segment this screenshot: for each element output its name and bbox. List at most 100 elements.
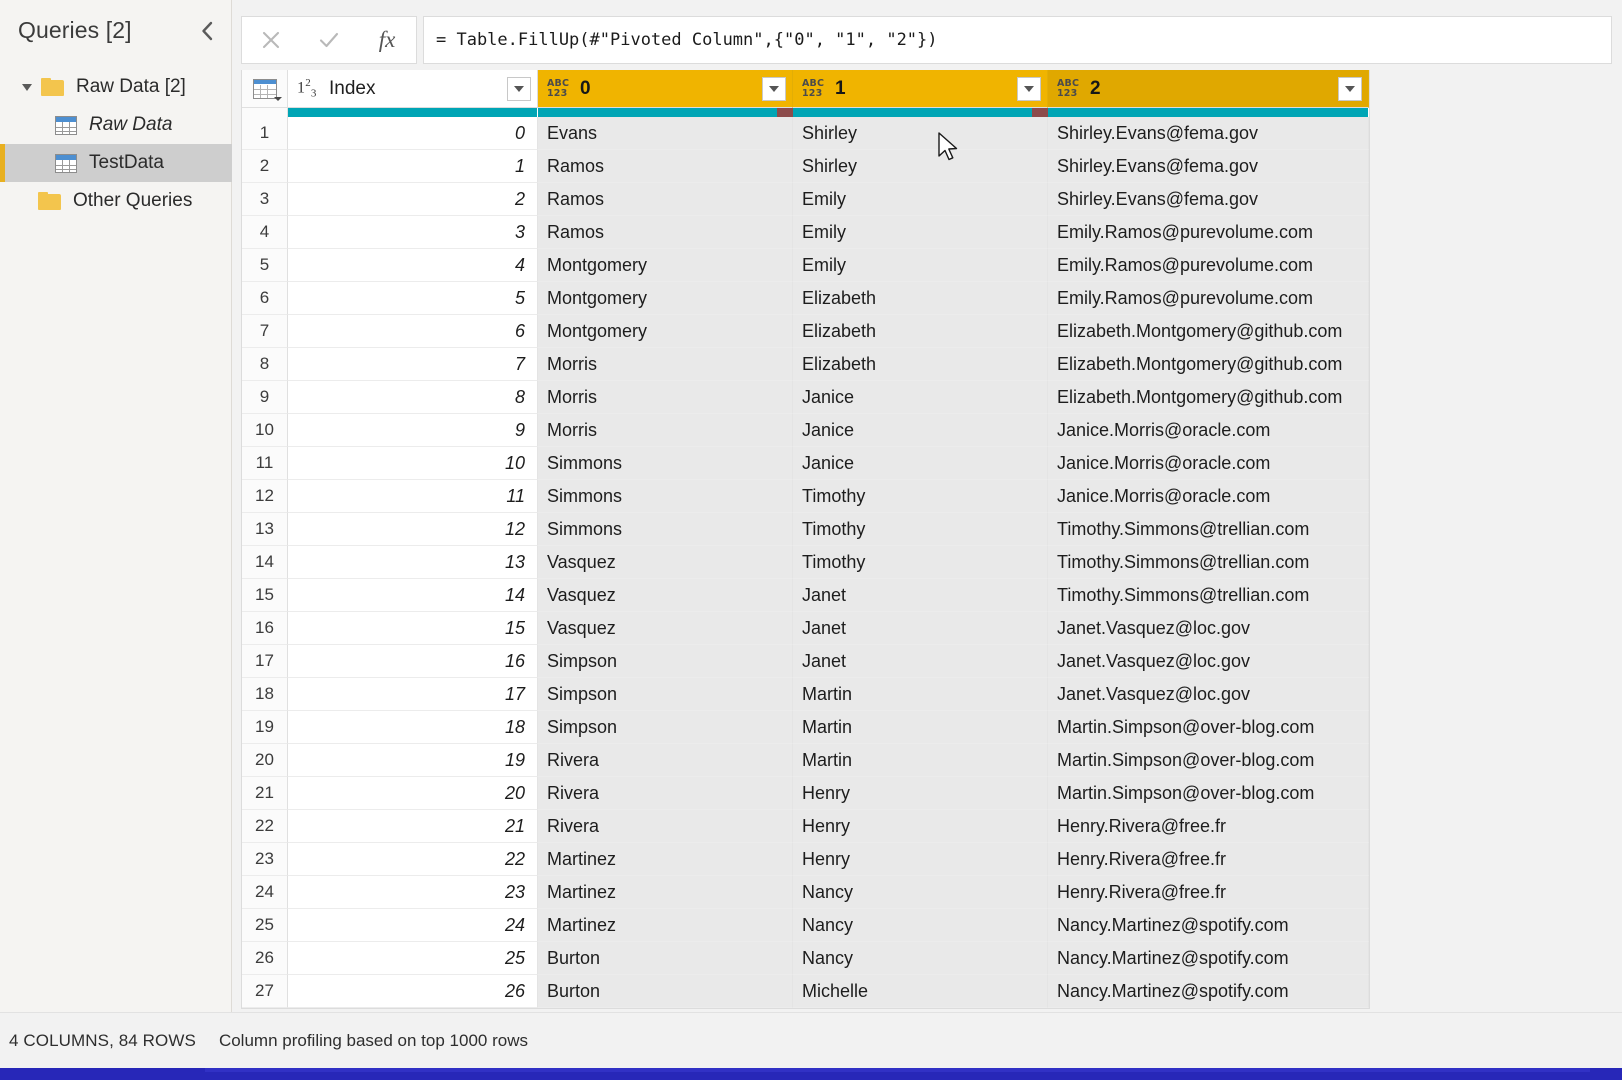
table-cell-2[interactable]: Elizabeth.Montgomery@github.com	[1048, 315, 1369, 348]
row-number[interactable]: 10	[242, 414, 288, 447]
column-header-0[interactable]: ABC 123 0	[538, 70, 793, 108]
table-cell-Index[interactable]: 20	[288, 777, 538, 810]
table-cell-1[interactable]: Emily	[793, 249, 1048, 282]
table-row[interactable]: 23 22 Martinez Henry Henry.Rivera@free.fr	[242, 843, 1369, 876]
table-row[interactable]: 16 15 Vasquez Janet Janet.Vasquez@loc.gov	[242, 612, 1369, 645]
column-header-Index[interactable]: 123 Index	[288, 70, 538, 108]
table-cell-2[interactable]: Janice.Morris@oracle.com	[1048, 447, 1369, 480]
table-cell-1[interactable]: Timothy	[793, 513, 1048, 546]
table-cell-Index[interactable]: 19	[288, 744, 538, 777]
query-tree-item-raw-data[interactable]: Raw Data	[0, 106, 232, 144]
table-cell-1[interactable]: Martin	[793, 744, 1048, 777]
table-cell-1[interactable]: Emily	[793, 183, 1048, 216]
table-cell-0[interactable]: Ramos	[538, 216, 793, 249]
table-cell-2[interactable]: Timothy.Simmons@trellian.com	[1048, 546, 1369, 579]
table-cell-0[interactable]: Martinez	[538, 909, 793, 942]
row-number[interactable]: 9	[242, 381, 288, 414]
table-cell-1[interactable]: Janice	[793, 447, 1048, 480]
table-row[interactable]: 18 17 Simpson Martin Janet.Vasquez@loc.gov	[242, 678, 1369, 711]
table-cell-0[interactable]: Ramos	[538, 150, 793, 183]
table-cell-1[interactable]: Nancy	[793, 876, 1048, 909]
table-cell-0[interactable]: Evans	[538, 117, 793, 150]
table-cell-2[interactable]: Elizabeth.Montgomery@github.com	[1048, 381, 1369, 414]
table-cell-0[interactable]: Burton	[538, 942, 793, 975]
table-cell-Index[interactable]: 3	[288, 216, 538, 249]
row-number[interactable]: 25	[242, 909, 288, 942]
table-row[interactable]: 1 0 Evans Shirley Shirley.Evans@fema.gov	[242, 117, 1369, 150]
table-cell-2[interactable]: Shirley.Evans@fema.gov	[1048, 150, 1369, 183]
row-number[interactable]: 19	[242, 711, 288, 744]
table-row[interactable]: 4 3 Ramos Emily Emily.Ramos@purevolume.com	[242, 216, 1369, 249]
row-number[interactable]: 27	[242, 975, 288, 1008]
table-row[interactable]: 12 11 Simmons Timothy Janice.Morris@oracle.c…	[242, 480, 1369, 513]
table-cell-1[interactable]: Janice	[793, 381, 1048, 414]
row-number[interactable]: 15	[242, 579, 288, 612]
row-number[interactable]: 2	[242, 150, 288, 183]
table-cell-Index[interactable]: 12	[288, 513, 538, 546]
table-cell-2[interactable]: Janet.Vasquez@loc.gov	[1048, 612, 1369, 645]
table-row[interactable]: 15 14 Vasquez Janet Timothy.Simmons@trellian…	[242, 579, 1369, 612]
table-cell-1[interactable]: Martin	[793, 678, 1048, 711]
column-filter-dropdown-Index[interactable]	[507, 77, 531, 101]
table-cell-0[interactable]: Martinez	[538, 876, 793, 909]
table-row[interactable]: 17 16 Simpson Janet Janet.Vasquez@loc.gov	[242, 645, 1369, 678]
column-quality-Index[interactable]	[288, 108, 538, 117]
table-cell-0[interactable]: Simpson	[538, 711, 793, 744]
table-cell-2[interactable]: Henry.Rivera@free.fr	[1048, 876, 1369, 909]
table-cell-Index[interactable]: 16	[288, 645, 538, 678]
table-cell-Index[interactable]: 11	[288, 480, 538, 513]
column-quality-2[interactable]	[1048, 108, 1369, 117]
formula-input[interactable]: = Table.FillUp(#"Pivoted Column",{"0", "…	[423, 16, 1612, 64]
row-number[interactable]: 24	[242, 876, 288, 909]
table-cell-0[interactable]: Rivera	[538, 777, 793, 810]
table-cell-Index[interactable]: 24	[288, 909, 538, 942]
table-row[interactable]: 8 7 Morris Elizabeth Elizabeth.Montgomery@gi…	[242, 348, 1369, 381]
table-cell-1[interactable]: Nancy	[793, 942, 1048, 975]
table-cell-2[interactable]: Emily.Ramos@purevolume.com	[1048, 249, 1369, 282]
row-number[interactable]: 22	[242, 810, 288, 843]
table-cell-1[interactable]: Elizabeth	[793, 348, 1048, 381]
table-cell-Index[interactable]: 13	[288, 546, 538, 579]
table-cell-2[interactable]: Janice.Morris@oracle.com	[1048, 480, 1369, 513]
table-row[interactable]: 27 26 Burton Michelle Nancy.Martinez@spotify…	[242, 975, 1369, 1008]
table-cell-2[interactable]: Janice.Morris@oracle.com	[1048, 414, 1369, 447]
table-row[interactable]: 25 24 Martinez Nancy Nancy.Martinez@spotify.…	[242, 909, 1369, 942]
table-cell-2[interactable]: Martin.Simpson@over-blog.com	[1048, 777, 1369, 810]
table-cell-Index[interactable]: 6	[288, 315, 538, 348]
table-row[interactable]: 10 9 Morris Janice Janice.Morris@oracle.com	[242, 414, 1369, 447]
table-row[interactable]: 26 25 Burton Nancy Nancy.Martinez@spotify.co…	[242, 942, 1369, 975]
table-cell-0[interactable]: Burton	[538, 975, 793, 1008]
table-cell-1[interactable]: Henry	[793, 810, 1048, 843]
table-row[interactable]: 21 20 Rivera Henry Martin.Simpson@over-blog.…	[242, 777, 1369, 810]
table-row[interactable]: 14 13 Vasquez Timothy Timothy.Simmons@trelli…	[242, 546, 1369, 579]
row-number[interactable]: 8	[242, 348, 288, 381]
table-cell-Index[interactable]: 2	[288, 183, 538, 216]
table-cell-0[interactable]: Vasquez	[538, 579, 793, 612]
table-cell-2[interactable]: Henry.Rivera@free.fr	[1048, 843, 1369, 876]
table-cell-0[interactable]: Rivera	[538, 744, 793, 777]
row-number[interactable]: 26	[242, 942, 288, 975]
query-tree-item-testdata[interactable]: TestData	[0, 144, 232, 182]
table-cell-Index[interactable]: 22	[288, 843, 538, 876]
table-cell-Index[interactable]: 4	[288, 249, 538, 282]
table-cell-Index[interactable]: 8	[288, 381, 538, 414]
table-cell-0[interactable]: Montgomery	[538, 282, 793, 315]
table-cell-0[interactable]: Martinez	[538, 843, 793, 876]
table-cell-2[interactable]: Nancy.Martinez@spotify.com	[1048, 942, 1369, 975]
table-cell-1[interactable]: Elizabeth	[793, 282, 1048, 315]
table-cell-Index[interactable]: 0	[288, 117, 538, 150]
query-tree-item-raw-data-2[interactable]: Raw Data [2]	[0, 68, 232, 106]
table-row[interactable]: 2 1 Ramos Shirley Shirley.Evans@fema.gov	[242, 150, 1369, 183]
table-cell-0[interactable]: Simmons	[538, 513, 793, 546]
table-cell-1[interactable]: Nancy	[793, 909, 1048, 942]
column-filter-dropdown-1[interactable]	[1017, 77, 1041, 101]
table-row[interactable]: 24 23 Martinez Nancy Henry.Rivera@free.fr	[242, 876, 1369, 909]
table-cell-Index[interactable]: 15	[288, 612, 538, 645]
row-number[interactable]: 6	[242, 282, 288, 315]
table-cell-2[interactable]: Nancy.Martinez@spotify.com	[1048, 975, 1369, 1008]
table-cell-0[interactable]: Simpson	[538, 645, 793, 678]
table-row[interactable]: 13 12 Simmons Timothy Timothy.Simmons@trelli…	[242, 513, 1369, 546]
row-number[interactable]: 11	[242, 447, 288, 480]
table-cell-2[interactable]: Shirley.Evans@fema.gov	[1048, 117, 1369, 150]
table-cell-1[interactable]: Janet	[793, 645, 1048, 678]
